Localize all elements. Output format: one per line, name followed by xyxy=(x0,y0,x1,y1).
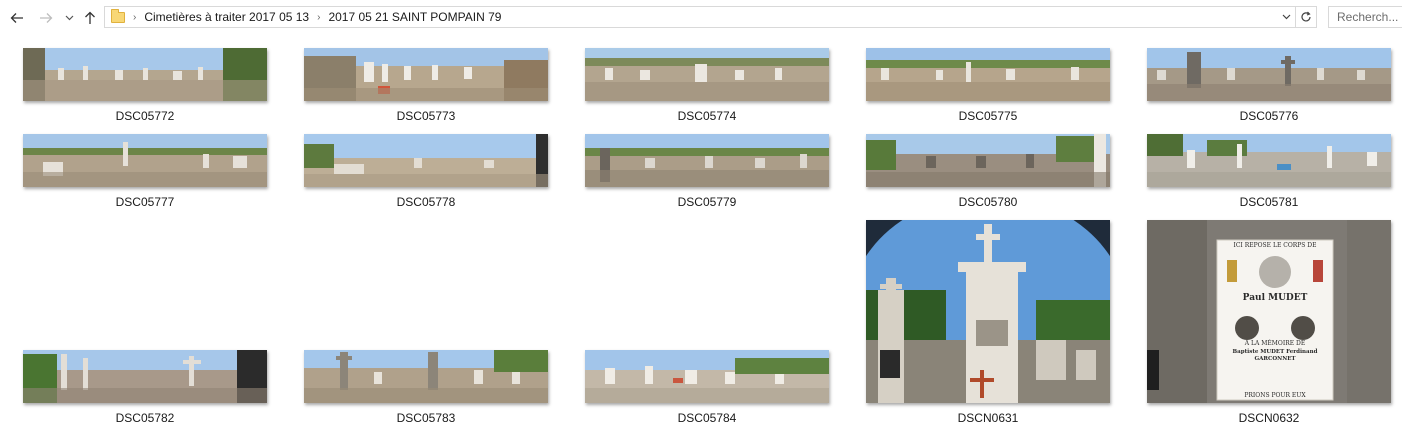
file-thumbnail-grid: DSC05772 DSC05773 DSC05774 DSC05775 DSC0… xyxy=(0,36,1402,425)
file-name: DSC05774 xyxy=(677,109,737,123)
thumbnail-image xyxy=(23,350,267,403)
thumbnail-image xyxy=(585,48,829,101)
arrow-right-icon xyxy=(40,13,53,23)
file-name: DSC05784 xyxy=(677,411,737,425)
file-name: DSC05783 xyxy=(396,411,456,425)
arrow-up-icon xyxy=(85,11,95,24)
file-name: DSC05772 xyxy=(115,109,175,123)
file-name: DSCN0632 xyxy=(1238,411,1300,425)
thumbnail-image xyxy=(585,350,829,403)
file-name: DSC05775 xyxy=(958,109,1018,123)
thumbnail-image xyxy=(866,134,1110,187)
thumbnail-image xyxy=(866,48,1110,101)
thumbnail-image xyxy=(23,48,267,101)
thumbnail-image xyxy=(1147,134,1391,187)
refresh-button[interactable] xyxy=(1295,7,1316,27)
plaque-line: ICI REPOSE LE CORPS DE xyxy=(1233,242,1317,249)
chevron-right-icon[interactable]: › xyxy=(317,12,320,23)
file-name: DSC05773 xyxy=(396,109,456,123)
file-name: DSC05777 xyxy=(115,195,175,209)
address-bar[interactable]: › Cimetières à traiter 2017 05 13 › 2017… xyxy=(104,6,1317,28)
file-name: DSC05778 xyxy=(396,195,456,209)
file-name: DSC05779 xyxy=(677,195,737,209)
plaque-line: Baptiste MUDET Ferdinand GARCONNET xyxy=(1232,349,1318,362)
breadcrumb-parent[interactable]: Cimetières à traiter 2017 05 13 xyxy=(144,9,309,25)
file-name: DSC05776 xyxy=(1239,109,1299,123)
thumbnail-image xyxy=(866,220,1110,403)
forward-button[interactable] xyxy=(36,8,56,28)
plaque-line: PRIONS POUR EUX xyxy=(1244,392,1306,400)
chevron-down-icon xyxy=(1282,14,1290,20)
file-name: DSC05780 xyxy=(958,195,1018,209)
thumbnail-image xyxy=(304,350,548,403)
thumbnail-image xyxy=(304,48,548,101)
breadcrumb-current[interactable]: 2017 05 21 SAINT POMPAIN 79 xyxy=(328,9,501,25)
file-name: DSCN0631 xyxy=(957,411,1019,425)
thumbnail-image xyxy=(23,134,267,187)
search-input[interactable] xyxy=(1328,6,1402,28)
thumbnail-image xyxy=(304,134,548,187)
recent-locations-button[interactable] xyxy=(62,8,76,28)
folder-icon xyxy=(111,8,125,23)
plaque-line: A LA MÉMOIRE DE xyxy=(1244,339,1306,347)
chevron-right-icon[interactable]: › xyxy=(133,12,136,23)
thumbnail-image xyxy=(1147,48,1391,101)
plaque-line: Paul MUDET xyxy=(1242,293,1308,304)
navigation-toolbar: › Cimetières à traiter 2017 05 13 › 2017… xyxy=(0,0,1402,36)
file-name: DSC05782 xyxy=(115,411,175,425)
thumbnail-image: ICI REPOSE LE CORPS DE Paul MUDET A LA M… xyxy=(1147,220,1391,403)
back-button[interactable] xyxy=(7,8,27,28)
thumbnail-image xyxy=(585,134,829,187)
chevron-down-icon xyxy=(65,15,73,21)
address-dropdown-button[interactable] xyxy=(1277,7,1295,27)
file-name: DSC05781 xyxy=(1239,195,1299,209)
arrow-left-icon xyxy=(10,13,23,23)
up-button[interactable] xyxy=(80,8,100,28)
refresh-icon xyxy=(1301,11,1311,22)
memorial-plaque-text: ICI REPOSE LE CORPS DE Paul MUDET A LA M… xyxy=(1217,240,1333,400)
